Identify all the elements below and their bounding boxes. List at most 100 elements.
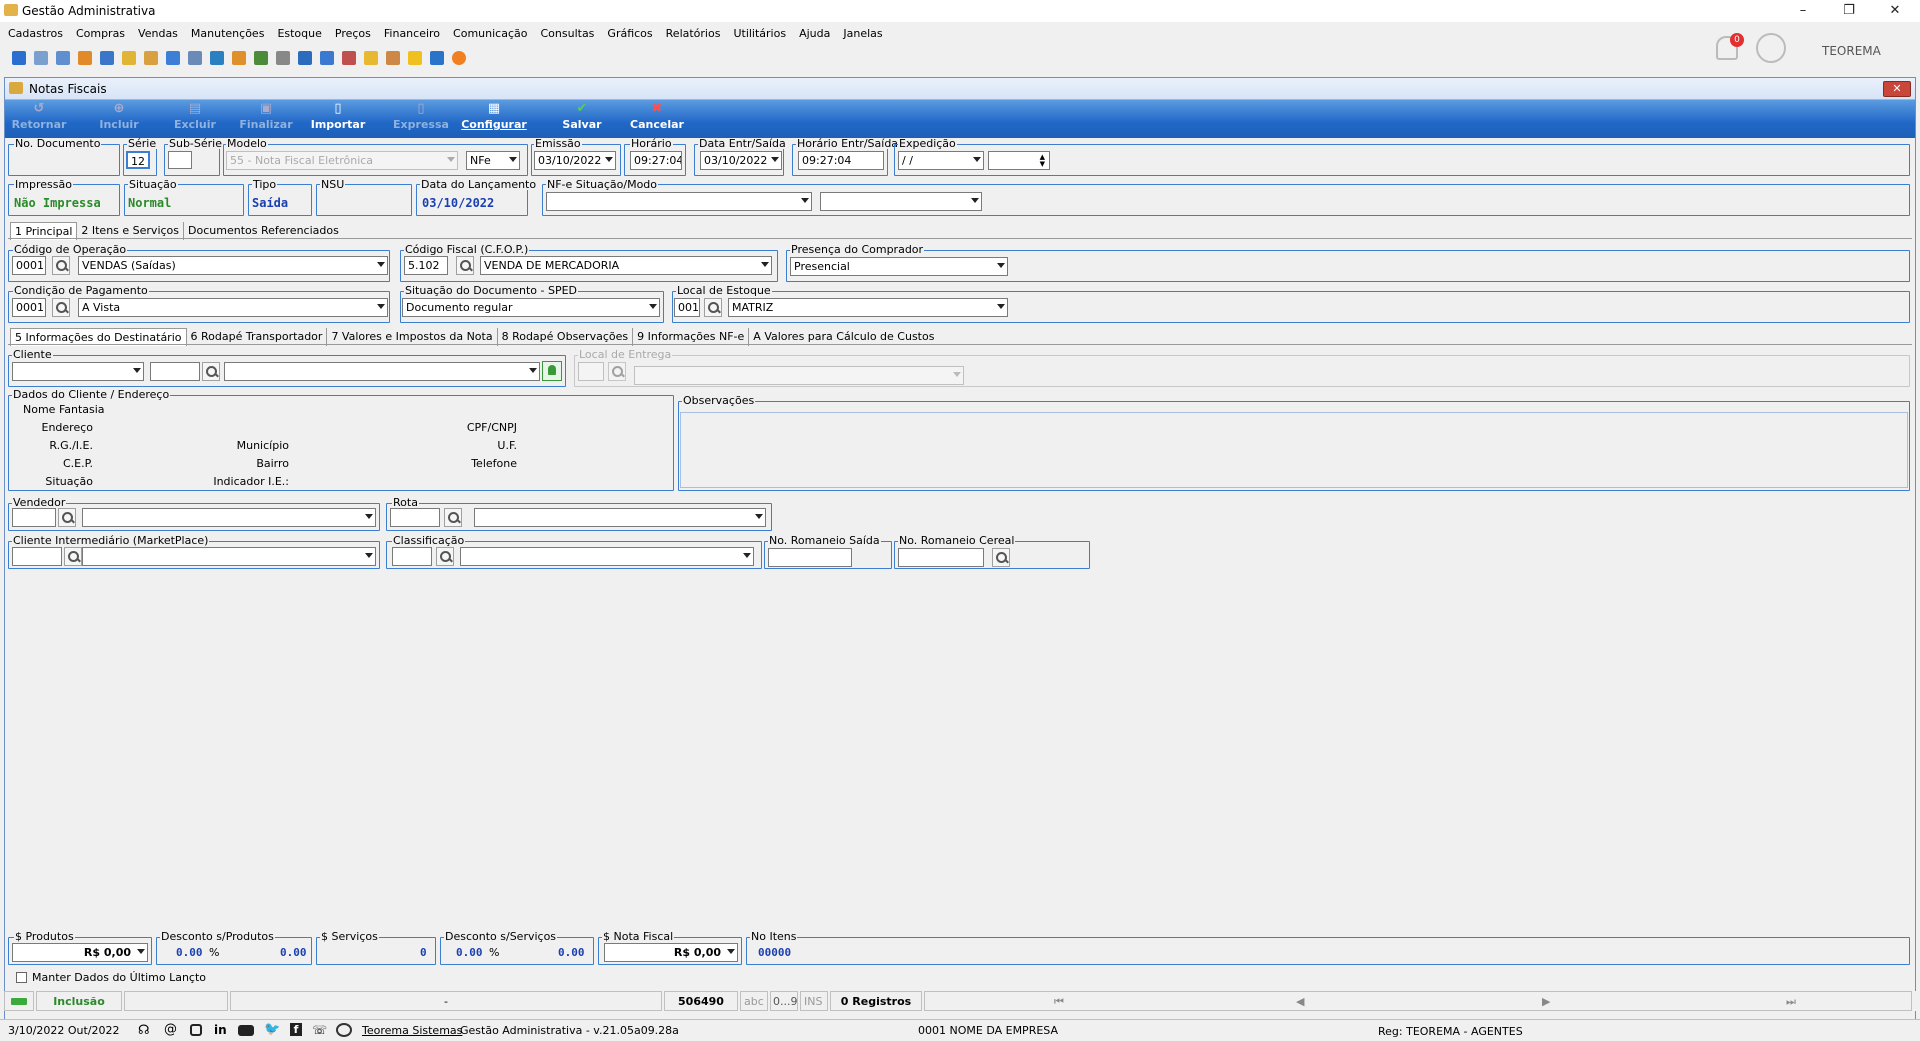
data-entr-date[interactable]: 03/10/2022 bbox=[700, 151, 782, 170]
toolbar-icon[interactable] bbox=[298, 51, 312, 65]
nfe-modo-select[interactable] bbox=[820, 192, 982, 211]
observacoes-textarea[interactable] bbox=[680, 412, 1908, 488]
local-est-select[interactable]: MATRIZ bbox=[728, 298, 1008, 317]
cliente-select[interactable] bbox=[224, 362, 540, 381]
subserie-input[interactable] bbox=[168, 151, 192, 169]
cliente-codigo-input[interactable] bbox=[150, 362, 200, 381]
cfop-search-icon[interactable] bbox=[456, 256, 474, 275]
horario-entr-input[interactable]: 09:27:04 bbox=[798, 151, 884, 170]
toolbar-icon[interactable] bbox=[100, 51, 114, 65]
whatsapp-icon[interactable]: ☏ bbox=[312, 1023, 327, 1037]
linkedin-icon[interactable]: in bbox=[214, 1023, 227, 1037]
toolbar-icon[interactable] bbox=[78, 51, 92, 65]
add-cliente-button[interactable] bbox=[542, 361, 562, 381]
expedicao-time-spinner[interactable]: ▲ ▼ bbox=[988, 151, 1050, 170]
horario-input[interactable]: 09:27:04 bbox=[630, 151, 682, 170]
email-icon[interactable]: @ bbox=[164, 1022, 177, 1037]
local-est-input[interactable]: 001 bbox=[674, 298, 700, 317]
menu-graficos[interactable]: Gráficos bbox=[599, 24, 657, 44]
cond-pag-search-icon[interactable] bbox=[52, 298, 70, 317]
twitter-icon[interactable]: 🐦 bbox=[264, 1022, 280, 1037]
first-record-icon[interactable]: ⏮ bbox=[1054, 995, 1064, 1009]
importar-button[interactable]: ▯ Importar bbox=[307, 102, 369, 132]
emissao-date[interactable]: 03/10/2022 bbox=[534, 151, 616, 170]
menu-janelas[interactable]: Janelas bbox=[835, 24, 887, 44]
finalizar-button[interactable]: ▣ Finalizar bbox=[233, 102, 299, 132]
excluir-button[interactable]: ▤ Excluir bbox=[167, 102, 223, 132]
vendedor-search-icon[interactable] bbox=[58, 508, 76, 527]
incluir-button[interactable]: ⊕ Incluir bbox=[91, 102, 147, 132]
toolbar-icon[interactable] bbox=[254, 51, 268, 65]
configurar-button[interactable]: ▦ Configurar bbox=[461, 102, 527, 132]
cli-inter-search-icon[interactable] bbox=[64, 547, 82, 566]
cfop-input[interactable]: 5.102 bbox=[404, 256, 448, 275]
cond-pag-select[interactable]: A Vista bbox=[78, 298, 388, 317]
toolbar-icon[interactable] bbox=[166, 51, 180, 65]
vendedor-select[interactable] bbox=[82, 508, 376, 527]
toolbar-icon[interactable] bbox=[276, 51, 290, 65]
power-icon[interactable] bbox=[452, 51, 466, 65]
expedicao-date[interactable]: / / bbox=[898, 151, 984, 170]
toolbar-icon[interactable] bbox=[12, 51, 26, 65]
toolbar-icon[interactable] bbox=[188, 51, 202, 65]
manter-dados-checkbox[interactable] bbox=[16, 972, 27, 983]
rom-cereal-search-icon[interactable] bbox=[992, 548, 1010, 567]
presenca-select[interactable]: Presencial bbox=[790, 257, 1008, 276]
rom-cereal-input[interactable] bbox=[898, 548, 984, 567]
local-entrega-input[interactable] bbox=[578, 362, 604, 381]
menu-precos[interactable]: Preços bbox=[327, 24, 376, 44]
modelo-tipo-select[interactable]: NFe bbox=[466, 151, 520, 170]
menu-vendas[interactable]: Vendas bbox=[130, 24, 183, 44]
cliente-tipo-select[interactable] bbox=[12, 362, 144, 381]
rota-select[interactable] bbox=[474, 508, 766, 527]
salvar-button[interactable]: ✔ Salvar bbox=[557, 102, 607, 132]
menu-relatorios[interactable]: Relatórios bbox=[658, 24, 726, 44]
toolbar-icon[interactable] bbox=[320, 51, 334, 65]
menu-ajuda[interactable]: Ajuda bbox=[791, 24, 835, 44]
cart-icon[interactable] bbox=[210, 51, 224, 65]
menu-utilitarios[interactable]: Utilitários bbox=[725, 24, 791, 44]
cliente-search-icon[interactable] bbox=[202, 362, 220, 381]
teorema-link[interactable]: Teorema Sistemas bbox=[362, 1024, 462, 1037]
toolbar-icon[interactable] bbox=[430, 51, 444, 65]
toolbar-icon[interactable] bbox=[364, 51, 378, 65]
menu-estoque[interactable]: Estoque bbox=[269, 24, 326, 44]
retornar-button[interactable]: ↺ Retornar bbox=[11, 102, 67, 132]
vendedor-input[interactable] bbox=[12, 508, 56, 527]
classificacao-search-icon[interactable] bbox=[436, 547, 454, 566]
menu-compras[interactable]: Compras bbox=[68, 24, 130, 44]
local-est-search-icon[interactable] bbox=[704, 298, 722, 317]
rom-saida-input[interactable] bbox=[768, 548, 852, 567]
support-icon[interactable]: ☊ bbox=[138, 1023, 150, 1038]
cancelar-button[interactable]: ✖ Cancelar bbox=[629, 102, 685, 132]
instagram-icon[interactable] bbox=[190, 1024, 202, 1036]
nota-select[interactable]: R$ 0,00 bbox=[604, 943, 738, 962]
youtube-icon[interactable] bbox=[238, 1025, 254, 1036]
rota-input[interactable] bbox=[390, 508, 440, 527]
toolbar-icon[interactable] bbox=[34, 51, 48, 65]
user-avatar-icon[interactable] bbox=[1756, 33, 1786, 63]
minimize-button[interactable]: – bbox=[1794, 2, 1812, 20]
serie-input[interactable]: 12 bbox=[126, 151, 150, 169]
menu-financeiro[interactable]: Financeiro bbox=[376, 24, 445, 44]
toolbar-icon[interactable] bbox=[232, 51, 246, 65]
classificacao-select[interactable] bbox=[460, 547, 754, 566]
star-icon[interactable] bbox=[408, 51, 422, 65]
produtos-select[interactable]: R$ 0,00 bbox=[12, 943, 148, 962]
cod-op-select[interactable]: VENDAS (Saídas) bbox=[78, 256, 388, 275]
toolbar-icon[interactable] bbox=[122, 51, 136, 65]
cli-inter-input[interactable] bbox=[12, 547, 62, 566]
window-close-button[interactable]: ✕ bbox=[1883, 81, 1911, 97]
calendar-icon[interactable] bbox=[342, 51, 356, 65]
toolbar-icon[interactable] bbox=[56, 51, 70, 65]
restore-button[interactable]: ❐ bbox=[1840, 2, 1858, 20]
prev-record-icon[interactable]: ◀ bbox=[1296, 995, 1304, 1008]
next-record-icon[interactable]: ▶ bbox=[1542, 995, 1550, 1008]
rota-search-icon[interactable] bbox=[444, 508, 462, 527]
toolbar-icon[interactable] bbox=[144, 51, 158, 65]
cli-inter-select[interactable] bbox=[82, 547, 376, 566]
expressa-button[interactable]: ▯ Expressa bbox=[391, 102, 451, 132]
cod-op-input[interactable]: 0001 bbox=[12, 256, 46, 275]
menu-consultas[interactable]: Consultas bbox=[532, 24, 599, 44]
last-record-icon[interactable]: ⏭ bbox=[1786, 995, 1796, 1009]
